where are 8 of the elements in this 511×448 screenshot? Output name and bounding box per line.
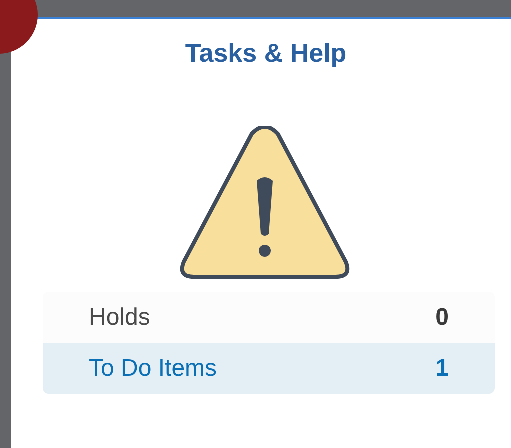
row-count: 0 — [436, 302, 449, 332]
row-count: 1 — [436, 354, 449, 384]
warning-icon — [178, 126, 352, 280]
summary-row[interactable]: To Do Items 1 — [43, 343, 495, 394]
row-label: Holds — [89, 302, 150, 332]
summary-row[interactable]: Holds 0 — [43, 292, 495, 343]
row-label: To Do Items — [89, 354, 218, 384]
card-title: Tasks & Help — [185, 37, 347, 70]
